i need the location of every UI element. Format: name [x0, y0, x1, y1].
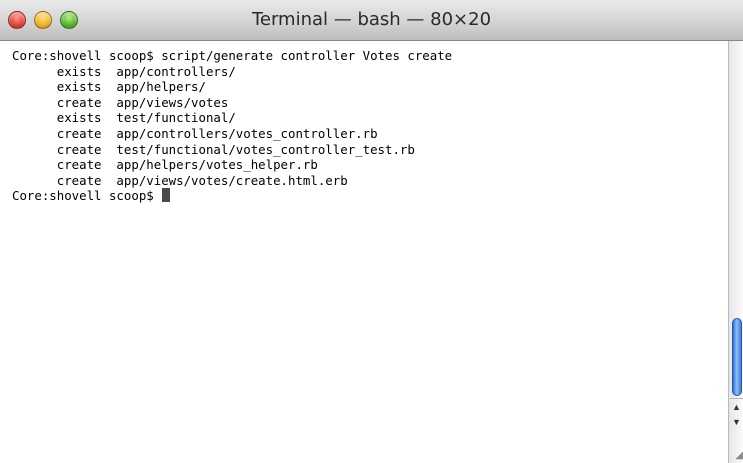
terminal-line: create app/controllers/votes_controller.… [12, 125, 378, 141]
prompt-line[interactable]: Core:shovell scoop$ [12, 188, 728, 204]
terminal-line: Core:shovell scoop$ script/generate cont… [12, 48, 453, 63]
resize-grip-icon[interactable]: ◢ [728, 448, 743, 463]
terminal-line: create app/views/votes/create.html.erb [12, 172, 348, 188]
terminal-line: exists app/helpers/ [12, 79, 206, 95]
terminal-content[interactable]: Core:shovell scoop$ script/generate cont… [0, 41, 728, 463]
prompt-text: Core:shovell scoop$ [12, 188, 162, 204]
terminal-window: Terminal — bash — 80×20 Core:shovell sco… [0, 0, 743, 463]
text-cursor [162, 188, 171, 203]
vertical-scrollbar[interactable]: ▲ ▼ ◢ [728, 41, 743, 463]
terminal-line: exists test/functional/ [12, 110, 236, 126]
title-bar[interactable]: Terminal — bash — 80×20 [0, 0, 743, 41]
arrow-up-icon[interactable]: ▲ [730, 398, 743, 415]
window-title: Terminal — bash — 80×20 [251, 9, 492, 30]
arrow-down-icon[interactable]: ▼ [730, 414, 743, 430]
scrollbar-thumb[interactable] [732, 318, 742, 396]
terminal-line: create app/helpers/votes_helper.rb [12, 157, 318, 173]
terminal-line: exists app/controllers/ [12, 63, 236, 79]
terminal-line: create test/functional/votes_controller_… [12, 141, 415, 157]
terminal-line: create app/views/votes [12, 94, 229, 110]
